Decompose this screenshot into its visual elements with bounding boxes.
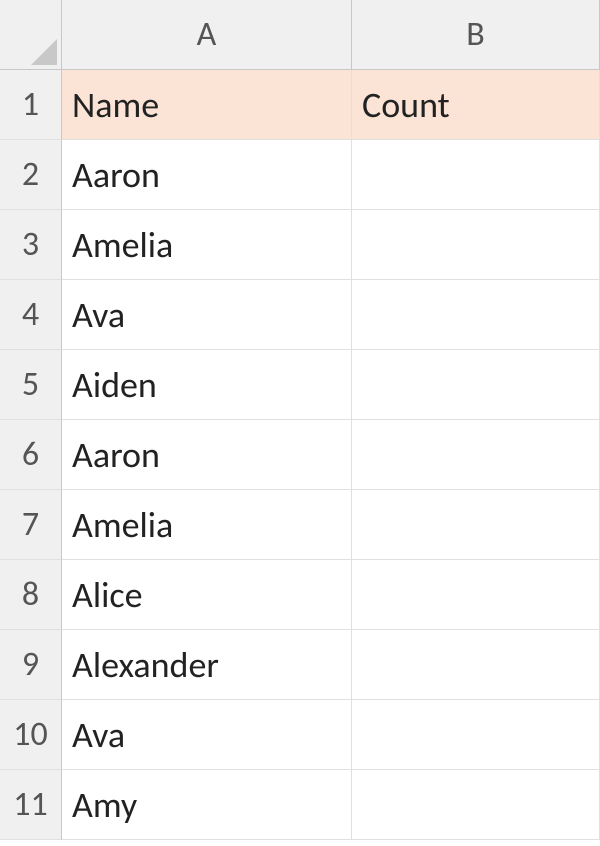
row-header-9[interactable]: 9 [0,630,62,700]
cell-a8[interactable]: Alice [62,560,352,630]
cell-a5[interactable]: Aiden [62,350,352,420]
row-header-2[interactable]: 2 [0,140,62,210]
cell-b7[interactable] [352,490,600,560]
cell-b11[interactable] [352,770,600,840]
row-header-11[interactable]: 11 [0,770,62,840]
cell-a6[interactable]: Aaron [62,420,352,490]
cell-b3[interactable] [352,210,600,280]
row-header-10[interactable]: 10 [0,700,62,770]
spreadsheet-grid: A B 1 Name Count 2 Aaron 3 Amelia 4 Ava … [0,0,600,840]
row-header-4[interactable]: 4 [0,280,62,350]
row-header-8[interactable]: 8 [0,560,62,630]
select-all-corner[interactable] [0,0,62,70]
cell-a2[interactable]: Aaron [62,140,352,210]
row-header-5[interactable]: 5 [0,350,62,420]
row-header-1[interactable]: 1 [0,70,62,140]
cell-a9[interactable]: Alexander [62,630,352,700]
select-all-triangle-icon [31,39,57,65]
cell-b4[interactable] [352,280,600,350]
cell-a7[interactable]: Amelia [62,490,352,560]
cell-a11[interactable]: Amy [62,770,352,840]
cell-a3[interactable]: Amelia [62,210,352,280]
cell-a10[interactable]: Ava [62,700,352,770]
row-header-3[interactable]: 3 [0,210,62,280]
cell-a1[interactable]: Name [62,70,352,140]
column-header-a[interactable]: A [62,0,352,70]
cell-b1[interactable]: Count [352,70,600,140]
cell-b5[interactable] [352,350,600,420]
row-header-7[interactable]: 7 [0,490,62,560]
row-header-6[interactable]: 6 [0,420,62,490]
cell-b8[interactable] [352,560,600,630]
cell-b2[interactable] [352,140,600,210]
cell-b10[interactable] [352,700,600,770]
cell-a4[interactable]: Ava [62,280,352,350]
cell-b6[interactable] [352,420,600,490]
column-header-b[interactable]: B [352,0,600,70]
cell-b9[interactable] [352,630,600,700]
